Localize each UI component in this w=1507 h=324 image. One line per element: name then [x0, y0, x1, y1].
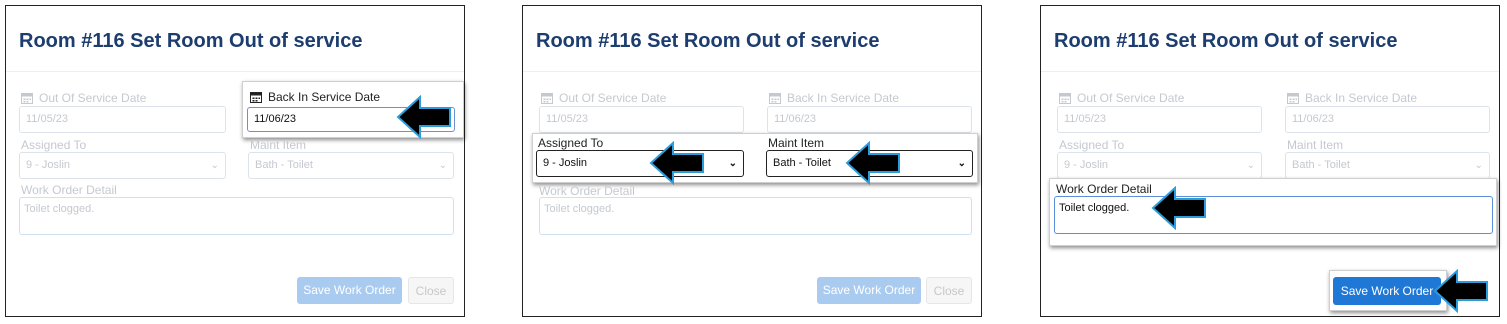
save-work-order-button[interactable]: Save Work Order	[1333, 277, 1441, 305]
assigned-to-label: Assigned To	[538, 136, 604, 150]
chevron-down-icon: ⌄	[1474, 160, 1483, 171]
dialog-title: Room #116 Set Room Out of service	[19, 30, 363, 52]
assigned-to-select[interactable]: 9 - Joslin ⌄	[1057, 152, 1262, 179]
chevron-down-icon: ⌄	[438, 160, 447, 171]
save-work-order-button[interactable]: Save Work Order	[297, 277, 402, 304]
calendar-icon	[769, 93, 781, 104]
dialog-title: Room #116 Set Room Out of service	[1054, 30, 1398, 52]
assigned-to-label: Assigned To	[1059, 138, 1125, 152]
work-order-detail-textarea[interactable]: Toilet clogged.	[539, 197, 972, 235]
calendar-icon	[541, 93, 553, 104]
work-order-detail-textarea[interactable]: Toilet clogged.	[1054, 196, 1493, 234]
title-divider	[6, 71, 464, 72]
chevron-down-icon: ⌄	[957, 158, 966, 169]
work-order-detail-label: Work Order Detail	[1056, 182, 1152, 196]
assigned-to-select[interactable]: 9 - Joslin ⌄	[19, 152, 226, 179]
maint-item-value: Bath - Toilet	[773, 157, 831, 169]
maint-item-select[interactable]: Bath - Toilet ⌄	[1285, 152, 1490, 179]
work-order-detail-label: Work Order Detail	[539, 184, 635, 198]
title-divider	[523, 71, 981, 72]
back-in-service-label: Back In Service Date	[769, 91, 899, 105]
maint-item-value: Bath - Toilet	[1292, 159, 1350, 171]
back-in-service-label: Back In Service Date	[250, 90, 380, 104]
calendar-icon	[250, 92, 262, 103]
back-in-service-date-input[interactable]: 11/06/23	[767, 106, 972, 133]
chevron-down-icon: ⌄	[728, 158, 737, 169]
chevron-down-icon: ⌄	[210, 160, 219, 171]
calendar-icon	[21, 93, 33, 104]
work-order-detail-textarea[interactable]: Toilet clogged.	[19, 197, 454, 235]
out-of-service-label: Out Of Service Date	[1059, 91, 1184, 105]
maint-item-label: Maint Item	[250, 138, 307, 152]
step-3-panel: Room #116 Set Room Out of service Out Of…	[1040, 5, 1500, 317]
title-divider	[1041, 71, 1499, 72]
work-order-detail-label: Work Order Detail	[21, 183, 117, 197]
assigned-to-value: 9 - Joslin	[1064, 159, 1109, 171]
out-of-service-date-input[interactable]: 11/05/23	[1057, 106, 1262, 133]
step-2-panel: Room #116 Set Room Out of service Out Of…	[522, 5, 982, 317]
assigned-to-value: 9 - Joslin	[26, 159, 71, 171]
assigned-to-value: 9 - Joslin	[543, 157, 588, 169]
back-in-service-date-input[interactable]: 11/06/23	[1285, 106, 1490, 133]
step-1-panel: Room #116 Set Room Out of service Out Of…	[5, 5, 465, 317]
maint-item-label: Maint Item	[1287, 138, 1344, 152]
calendar-icon	[1287, 93, 1299, 104]
out-of-service-label: Out Of Service Date	[21, 91, 146, 105]
close-button[interactable]: Close	[926, 277, 972, 304]
assigned-to-label: Assigned To	[21, 138, 87, 152]
pointer-arrow-icon	[1433, 269, 1488, 313]
assigned-to-select[interactable]: 9 - Joslin ⌄	[536, 150, 744, 177]
out-of-service-date-input[interactable]: 11/05/23	[539, 106, 744, 133]
dialog-title: Room #116 Set Room Out of service	[536, 30, 880, 52]
maint-item-select[interactable]: Bath - Toilet ⌄	[248, 152, 454, 179]
back-in-service-label: Back In Service Date	[1287, 91, 1417, 105]
out-of-service-date-input[interactable]: 11/05/23	[19, 106, 226, 133]
chevron-down-icon: ⌄	[1246, 160, 1255, 171]
pointer-arrow-icon	[396, 95, 451, 139]
pointer-arrow-icon	[1151, 186, 1206, 230]
close-button[interactable]: Close	[408, 277, 454, 304]
pointer-arrow-icon	[845, 141, 900, 185]
save-work-order-button[interactable]: Save Work Order	[817, 277, 921, 304]
calendar-icon	[1059, 93, 1071, 104]
out-of-service-label: Out Of Service Date	[541, 91, 666, 105]
maint-item-label: Maint Item	[768, 136, 825, 150]
pointer-arrow-icon	[649, 141, 704, 185]
maint-item-value: Bath - Toilet	[255, 159, 313, 171]
